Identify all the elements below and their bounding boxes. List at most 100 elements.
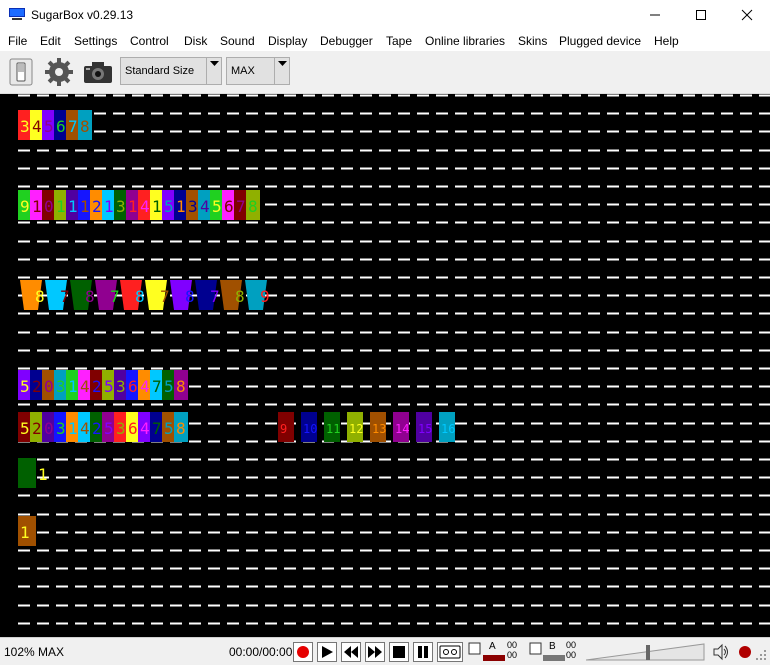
channel-b-checkbox[interactable] <box>529 642 543 656</box>
fast-forward-button[interactable] <box>365 642 385 662</box>
screen-glyph-char: 8 <box>135 287 145 306</box>
toolbar: Standard Size MAX <box>0 51 770 94</box>
screen-glyph-char: 6 <box>56 117 66 136</box>
record-indicator-icon <box>739 646 751 658</box>
cassette-icon <box>439 645 461 659</box>
close-button[interactable] <box>724 0 770 30</box>
title-bar: SugarBox v0.29.13 <box>0 0 770 30</box>
speed-combo[interactable]: MAX <box>226 57 290 85</box>
screen-glyph-char: 1 <box>56 197 66 216</box>
volume-slider[interactable] <box>586 643 706 661</box>
screen-glyph-char: 0 <box>44 377 54 396</box>
screen-glyph-char: 1 <box>104 197 114 216</box>
rewind-button[interactable] <box>341 642 361 662</box>
screen-glyph-char: 5 <box>104 419 114 438</box>
menu-debugger[interactable]: Debugger <box>320 34 373 48</box>
screen-glyph-char: 2 <box>92 377 102 396</box>
power-button[interactable] <box>5 55 37 89</box>
play-button[interactable] <box>317 642 337 662</box>
screen-glyph-char: 6 <box>128 377 138 396</box>
size-combo[interactable]: Standard Size <box>120 57 222 85</box>
menu-tape[interactable]: Tape <box>386 34 412 48</box>
menu-bar: File Edit Settings Control Disk Sound Di… <box>0 30 770 51</box>
screen-number-char: 16 <box>441 422 455 436</box>
emulator-screen[interactable]: 3456789101112131415134567887878787895203… <box>0 94 770 637</box>
screen-number-char: 9 <box>280 422 287 436</box>
minimize-button[interactable] <box>632 0 678 30</box>
menu-display[interactable]: Display <box>268 34 307 48</box>
menu-disk[interactable]: Disk <box>184 34 207 48</box>
record-button[interactable] <box>293 642 313 662</box>
channel-a-checkbox[interactable] <box>468 642 482 656</box>
screen-glyph-char: 7 <box>110 287 120 306</box>
screen-glyph-char: 5 <box>164 377 174 396</box>
menu-edit[interactable]: Edit <box>40 34 61 48</box>
camera-icon <box>84 62 112 83</box>
pause-button[interactable] <box>413 642 433 662</box>
channel-a-bottom: 00 <box>507 650 518 660</box>
screen-glyph-char: 1 <box>38 465 48 484</box>
screen-glyph-char: 8 <box>35 287 45 306</box>
menu-plugged-device[interactable]: Plugged device <box>559 34 641 48</box>
screen-glyph-char: 1 <box>20 523 30 542</box>
screen-glyph-char: 3 <box>116 419 126 438</box>
screen-glyph-char: 5 <box>20 419 30 438</box>
screen-glyph-char: 3 <box>116 377 126 396</box>
emulator-display: 3 4 5 6 7 89 1 0 1 1 1 2 1 3 1 4 1 5 1 3 4 5 6 7 88 7 8 7 8 7 8 7 8 95 2 0 3… <box>18 94 770 625</box>
menu-sound[interactable]: Sound <box>220 34 255 48</box>
screen-glyph-char: 9 <box>260 287 270 306</box>
speaker-icon[interactable] <box>712 643 730 661</box>
menu-file[interactable]: File <box>8 34 27 48</box>
screen-glyph-char: 7 <box>60 287 70 306</box>
screen-glyph-char: 3 <box>116 197 126 216</box>
record-icon <box>297 646 309 658</box>
screen-glyph-char: 8 <box>80 117 90 136</box>
screen-glyph-char: 7 <box>236 197 246 216</box>
screen-glyph-char: 1 <box>176 197 186 216</box>
channel-a-label: A <box>489 641 496 652</box>
menu-settings[interactable]: Settings <box>74 34 117 48</box>
channel-b-level-bar <box>543 655 565 661</box>
chevron-down-icon <box>274 58 289 84</box>
screen-number-char: 11 <box>326 422 340 436</box>
screen-glyph-char: 4 <box>80 419 90 438</box>
screen-glyph-char: 5 <box>164 197 174 216</box>
screen-glyph-char: 1 <box>68 419 78 438</box>
chevron-down-icon <box>206 58 221 84</box>
screen-number-char: 14 <box>395 422 409 436</box>
screen-glyph-char: 5 <box>20 377 30 396</box>
maximize-button[interactable] <box>678 0 724 30</box>
menu-skins[interactable]: Skins <box>518 34 547 48</box>
screen-glyph-char: 0 <box>44 197 54 216</box>
channel-b-top: 00 <box>566 640 577 650</box>
screen-glyph-char: 4 <box>140 377 150 396</box>
menu-online-libraries[interactable]: Online libraries <box>425 34 505 48</box>
play-icon <box>322 646 333 658</box>
screen-glyph-char: 2 <box>32 419 42 438</box>
menu-help[interactable]: Help <box>654 34 679 48</box>
screen-glyph-char: 8 <box>185 287 195 306</box>
fast-forward-icon <box>368 646 382 658</box>
resize-grip-icon[interactable] <box>754 648 768 662</box>
screen-glyph-char: 8 <box>248 197 258 216</box>
stop-button[interactable] <box>389 642 409 662</box>
screen-glyph-char: 5 <box>44 117 54 136</box>
screen-glyph-char: 6 <box>128 419 138 438</box>
screen-glyph-char: 1 <box>80 197 90 216</box>
settings-button[interactable] <box>43 55 75 89</box>
screen-glyph-char: 1 <box>68 197 78 216</box>
close-icon <box>741 9 753 21</box>
screen-glyph-char: 4 <box>32 117 42 136</box>
menu-control[interactable]: Control <box>130 34 169 48</box>
screen-glyph-char: 5 <box>164 419 174 438</box>
screen-glyph-char: 5 <box>104 377 114 396</box>
screen-glyph-char: 8 <box>176 419 186 438</box>
screen-glyph-char: 0 <box>44 419 54 438</box>
pause-icon <box>418 646 428 658</box>
screenshot-button[interactable] <box>82 55 114 89</box>
cassette-button[interactable] <box>437 642 463 662</box>
minimize-icon <box>650 14 660 16</box>
status-bar: 102% MAX 00:00/00:00 A 00 00 B 00 00 <box>0 637 770 665</box>
screen-number-char: 15 <box>418 422 432 436</box>
screen-glyph-char: 8 <box>176 377 186 396</box>
